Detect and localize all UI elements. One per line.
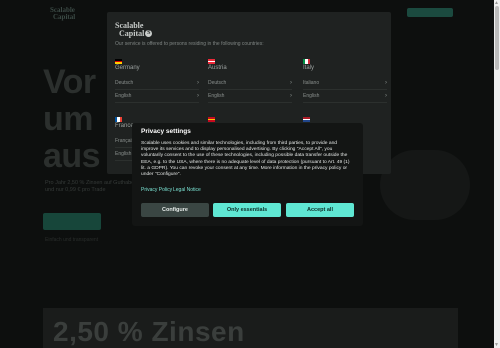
country-netherlands <box>303 117 387 123</box>
language-option-deutsch[interactable]: Deutsch › <box>208 77 292 90</box>
scrollbar-thumb[interactable] <box>495 6 499 70</box>
country-name: Germany <box>115 65 140 71</box>
country-germany: Germany Deutsch › English › <box>115 59 199 103</box>
country-name: Italy <box>303 65 315 71</box>
chevron-right-icon: › <box>385 93 387 99</box>
configure-button[interactable]: Configure <box>141 203 209 217</box>
language-option-deutsch[interactable]: Deutsch › <box>115 77 199 90</box>
language-option-english[interactable]: English› <box>208 90 292 103</box>
spain-flag-icon <box>208 117 215 123</box>
country-italy: Italy Italiano › English › <box>303 59 387 103</box>
background-subtext: Pro Jahr 2,50 % Zinsen auf Guthaben und … <box>45 180 138 193</box>
scrollbar[interactable]: ▲ ▼ <box>494 0 500 348</box>
background-logo: Scalable Capital <box>50 6 76 21</box>
chevron-right-icon: › <box>290 93 292 99</box>
netherlands-flag-icon <box>303 117 310 123</box>
legal-notice-link[interactable]: Legal Notice <box>173 187 201 193</box>
privacy-dialog-text: Scalable uses cookies and similar techno… <box>141 141 350 178</box>
only-essentials-button[interactable]: Only essentials <box>213 203 281 217</box>
chevron-right-icon: › <box>197 80 199 86</box>
country-spain <box>208 117 292 123</box>
austria-flag-icon <box>208 59 215 65</box>
accept-all-button[interactable]: Accept all <box>286 203 354 217</box>
privacy-policy-link[interactable]: Privacy Policy <box>141 187 172 193</box>
chevron-right-icon: › <box>197 93 199 99</box>
privacy-settings-dialog: Privacy settings Scalable uses cookies a… <box>132 123 363 226</box>
background-rate-banner: 2,50 % Zinsen <box>43 308 458 348</box>
language-option-english[interactable]: English› <box>115 90 199 103</box>
germany-flag-icon <box>115 59 122 65</box>
france-flag-icon <box>115 117 122 122</box>
logo-mark-icon: S <box>145 30 153 37</box>
country-name: Austria <box>208 65 227 71</box>
background-cta-button <box>43 213 101 230</box>
language-option-english[interactable]: English› <box>303 90 387 103</box>
country-dialog-description: Our service is offered to persons residi… <box>115 41 264 47</box>
background-rate-text: 2,50 % Zinsen <box>53 316 245 347</box>
background-small-text: Einfach und transparent <box>45 237 99 243</box>
country-austria: Austria Deutsch › English › <box>208 59 292 103</box>
background-header-button <box>407 8 453 17</box>
scroll-down-icon[interactable]: ▼ <box>494 342 499 348</box>
chevron-right-icon: › <box>290 80 292 86</box>
background-decoration <box>380 150 470 220</box>
background-hero-heading: Vor um aus <box>43 63 101 175</box>
chevron-right-icon: › <box>385 80 387 86</box>
language-option-italiano[interactable]: Italiano › <box>303 77 387 90</box>
scalable-capital-logo: Scalable Capital S <box>115 21 153 38</box>
italy-flag-icon <box>303 59 310 64</box>
privacy-dialog-title: Privacy settings <box>141 128 191 135</box>
